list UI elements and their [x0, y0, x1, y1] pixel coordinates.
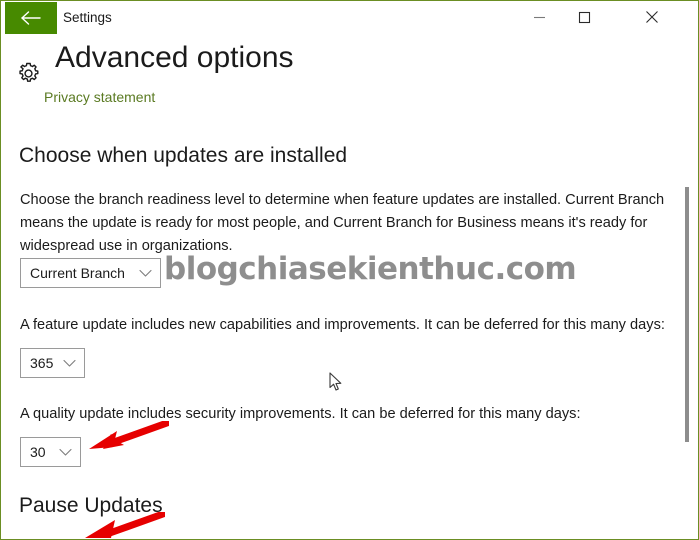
red-arrow-icon-feature	[87, 419, 171, 460]
chevron-down-icon	[59, 448, 80, 457]
vertical-scrollbar[interactable]	[681, 91, 693, 536]
quality-update-defer-dropdown[interactable]: 30	[20, 437, 81, 467]
mouse-pointer-icon	[329, 372, 343, 397]
title-bar: Settings	[1, 1, 698, 35]
back-arrow-icon	[19, 9, 43, 27]
chevron-down-icon	[139, 269, 160, 278]
feature-update-defer-dropdown[interactable]: 365	[20, 348, 85, 378]
maximize-icon	[578, 11, 591, 24]
maximize-button[interactable]	[562, 1, 607, 33]
minimize-icon	[533, 11, 546, 24]
gear-icon	[16, 61, 41, 91]
window-title: Settings	[63, 10, 112, 25]
scrollbar-thumb[interactable]	[685, 187, 689, 442]
close-icon	[645, 10, 659, 24]
site-watermark: blogchiasekienthuc.com	[164, 251, 577, 287]
close-button[interactable]	[629, 1, 674, 33]
minimize-button[interactable]	[517, 1, 562, 33]
pause-updates-heading: Pause Updates	[19, 494, 163, 517]
settings-window: Settings Advanced options Privacy statem…	[0, 0, 699, 540]
settings-content: Privacy statement Choose when updates ar…	[1, 89, 698, 539]
branch-readiness-dropdown[interactable]: Current Branch	[20, 258, 161, 288]
page-header: Advanced options	[1, 41, 698, 89]
page-title: Advanced options	[55, 41, 294, 74]
quality-update-defer-value: 30	[30, 444, 46, 460]
feature-update-defer-value: 365	[30, 355, 54, 371]
privacy-statement-link[interactable]: Privacy statement	[44, 89, 155, 105]
chevron-down-icon	[63, 359, 84, 368]
branch-readiness-value: Current Branch	[30, 265, 125, 281]
branch-readiness-description: Choose the branch readiness level to det…	[20, 192, 665, 254]
quality-update-description: A quality update includes security impro…	[20, 406, 581, 422]
back-button[interactable]	[5, 2, 57, 34]
choose-when-updates-heading: Choose when updates are installed	[19, 144, 348, 167]
feature-update-description: A feature update includes new capabiliti…	[20, 317, 665, 333]
